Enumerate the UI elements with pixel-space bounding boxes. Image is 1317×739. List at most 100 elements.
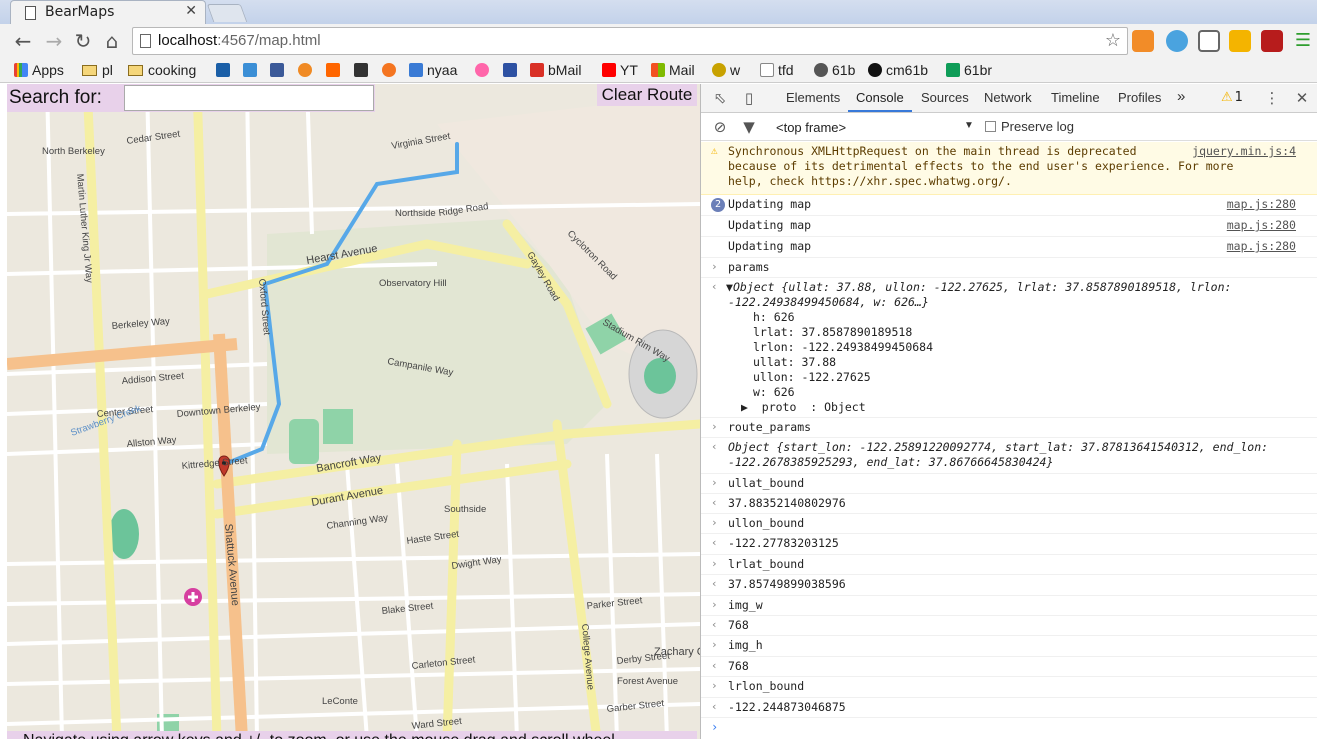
console-object[interactable]: ‹ Object {start_lon: -122.25891220092774… (701, 438, 1317, 474)
warning-counter[interactable]: ⚠ 1 (1221, 90, 1243, 105)
console-input-echo: › ullon_bound (701, 514, 1317, 534)
bookmark-star-icon[interactable]: ☆ (1105, 30, 1121, 51)
chevron-right-icon: › (711, 260, 718, 273)
twitter-extension-icon[interactable] (1166, 30, 1188, 52)
tab-title: BearMaps (45, 4, 115, 20)
checkbox-icon (985, 121, 996, 132)
chevron-right-icon: › (711, 420, 718, 433)
result-arrow-icon: ‹ (711, 536, 718, 549)
page-icon (25, 6, 36, 20)
console-result: ‹ 768 (701, 657, 1317, 677)
console-input-echo: › ullat_bound (701, 474, 1317, 494)
source-link[interactable]: map.js:280 (1227, 239, 1296, 253)
object-summary[interactable]: ▼Object {ullat: 37.88, ullon: -122.27625… (726, 280, 1231, 295)
folder-icon (82, 65, 97, 76)
source-link[interactable]: jquery.min.js:4 (1192, 144, 1296, 158)
inspect-element-icon[interactable]: ⬁ (712, 90, 728, 106)
page-icon (760, 63, 774, 77)
bookmark-bmail[interactable]: bMail (530, 60, 581, 80)
tab-network[interactable]: Network (984, 90, 1032, 105)
source-link[interactable]: map.js:280 (1227, 218, 1296, 232)
bookmark-61b[interactable]: 61b (814, 60, 855, 80)
bookmark-tl[interactable] (354, 60, 372, 80)
forward-icon[interactable]: → (43, 30, 65, 52)
console-result: ‹ 37.88352140802976 (701, 494, 1317, 514)
console-result: ‹ -122.244873046875 (701, 698, 1317, 718)
device-mode-icon[interactable]: ▯ (741, 90, 757, 106)
source-link[interactable]: map.js:280 (1227, 197, 1296, 211)
bookmark-osu[interactable] (475, 60, 493, 80)
bookmark-facebook[interactable] (270, 60, 288, 80)
bookmark-cooking[interactable]: cooking (128, 60, 196, 80)
console-prompt[interactable]: › (701, 718, 1317, 739)
console-object-expanded[interactable]: ‹ ▼Object {ullat: 37.88, ullon: -122.276… (701, 278, 1317, 418)
bookmark-pl[interactable]: pl (82, 60, 113, 80)
proto-row[interactable]: ▶ proto : Object (741, 400, 866, 415)
gmail-icon (530, 63, 544, 77)
mal-icon (503, 63, 517, 77)
console-input-echo: › img_h (701, 636, 1317, 657)
filter-icon[interactable]: ▼ (741, 119, 757, 135)
bookmark-crunchy[interactable] (382, 60, 400, 80)
tab-profiles[interactable]: Profiles (1118, 90, 1161, 105)
dropdown-arrow-icon: ▼ (964, 120, 974, 131)
chevron-right-icon: › (711, 598, 718, 611)
map-canvas[interactable]: North Berkeley Cedar Street Hearst Avenu… (6, 84, 700, 739)
reload-icon[interactable]: ↻ (72, 30, 94, 52)
frame-select[interactable]: <top frame> ▼ (776, 120, 976, 135)
url-text: localhost:4567/map.html (158, 32, 321, 49)
bookmark-p1[interactable] (216, 60, 234, 80)
tab-timeline[interactable]: Timeline (1051, 90, 1100, 105)
bookmark-cm61b[interactable]: cm61b (868, 60, 928, 80)
bookmark-tfd[interactable]: tfd (760, 60, 794, 80)
bookmark-yt[interactable]: YT (602, 60, 638, 80)
browser-tab[interactable]: BearMaps ✕ (10, 0, 206, 24)
keep-extension-icon[interactable] (1229, 30, 1251, 52)
bookmark-apps[interactable]: Apps (14, 60, 64, 80)
close-devtools-icon[interactable]: ✕ (1294, 90, 1310, 106)
devtools-tab-bar: ⬁ ▯ Elements Console Sources Network Tim… (701, 84, 1317, 113)
new-tab-button[interactable] (206, 4, 248, 22)
tab-console[interactable]: Console (848, 90, 912, 112)
home-icon[interactable]: ⌂ (101, 30, 123, 52)
close-tab-icon[interactable]: ✕ (185, 3, 197, 19)
devtools-panel: ⬁ ▯ Elements Console Sources Network Tim… (700, 84, 1317, 739)
tab-elements[interactable]: Elements (786, 90, 840, 105)
p-icon (243, 63, 257, 77)
bookmark-w[interactable]: w (712, 60, 740, 80)
back-icon[interactable]: ← (12, 30, 34, 52)
bookmark-mal[interactable] (503, 60, 521, 80)
ublock-icon[interactable] (1261, 30, 1283, 52)
console-input-echo: › img_w (701, 596, 1317, 616)
rss-extension-icon[interactable] (1132, 30, 1154, 52)
bookmark-mail[interactable]: Mail (651, 60, 695, 80)
console-message: Updating map map.js:280 (701, 237, 1317, 258)
bookmark-p2[interactable] (243, 60, 261, 80)
bookmark-61br[interactable]: 61br (946, 60, 992, 80)
map-page: North Berkeley Cedar Street Hearst Avenu… (0, 84, 700, 739)
bookmark-c[interactable] (298, 60, 316, 80)
svg-text:Northside: Northside (395, 208, 436, 219)
folder-icon (128, 65, 143, 76)
chevron-right-icon: › (711, 516, 718, 529)
youtube-icon (602, 63, 616, 77)
cast-icon[interactable] (1198, 30, 1220, 52)
clear-route-button[interactable]: Clear Route (597, 84, 697, 106)
search-input[interactable] (124, 85, 374, 111)
preserve-log-checkbox[interactable]: Preserve log (985, 119, 1074, 134)
menu-icon[interactable]: ☰ (1292, 30, 1314, 52)
more-tabs-button[interactable]: » (1177, 88, 1185, 105)
console-input-echo: › route_params (701, 418, 1317, 438)
bookmark-y[interactable] (326, 60, 344, 80)
address-bar[interactable]: localhost:4567/map.html ☆ (132, 27, 1128, 55)
result-arrow-icon: ‹ (711, 659, 718, 672)
result-arrow-icon: ‹ (711, 577, 718, 590)
clear-console-icon[interactable]: ⊘ (712, 119, 728, 135)
kebab-menu-icon[interactable]: ⋮ (1264, 90, 1280, 106)
tab-sources[interactable]: Sources (921, 90, 969, 105)
tl-icon (354, 63, 368, 77)
osu-icon (475, 63, 489, 77)
bookmark-nyaa[interactable]: nyaa (409, 60, 457, 80)
bear-icon (814, 63, 828, 77)
console-warning: ⚠ Synchronous XMLHttpRequest on the main… (701, 142, 1317, 195)
